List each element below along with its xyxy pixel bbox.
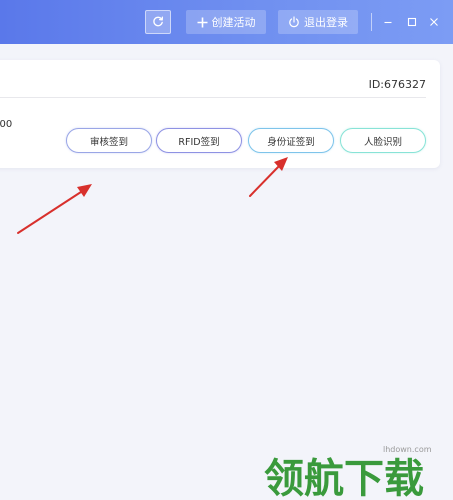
window-controls-divider	[371, 13, 372, 31]
power-icon	[288, 16, 300, 28]
rfid-checkin-button[interactable]: RFID签到	[156, 128, 242, 153]
plus-icon	[197, 17, 208, 28]
close-icon	[430, 18, 438, 26]
svg-text:领航下载: 领航下载	[264, 456, 424, 498]
create-activity-label: 创建活动	[211, 16, 256, 29]
refresh-button[interactable]	[145, 10, 171, 34]
activity-card: ID:676327 e:00 审核签到 RFID签到 身份证签到 人脸识别	[0, 60, 440, 168]
minimize-button[interactable]	[380, 13, 396, 31]
audit-checkin-button[interactable]: 审核签到	[66, 128, 152, 153]
app-header: 创建活动 退出登录	[0, 0, 453, 44]
face-recognition-button[interactable]: 人脸识别	[340, 128, 426, 153]
refresh-icon	[153, 16, 164, 27]
watermark-logo: 领航下载	[264, 456, 424, 498]
minimize-icon	[384, 21, 392, 24]
maximize-icon	[407, 17, 417, 27]
id-card-checkin-button[interactable]: 身份证签到	[248, 128, 334, 153]
activity-id: ID:676327	[368, 78, 426, 91]
logout-button[interactable]: 退出登录	[278, 10, 358, 34]
annotation-arrow-1	[17, 184, 92, 234]
create-activity-button[interactable]: 创建活动	[186, 10, 266, 34]
logout-label: 退出登录	[304, 16, 348, 29]
card-divider	[0, 97, 426, 98]
maximize-button[interactable]	[404, 13, 420, 31]
close-button[interactable]	[426, 13, 442, 31]
activity-time: e:00	[0, 119, 13, 130]
